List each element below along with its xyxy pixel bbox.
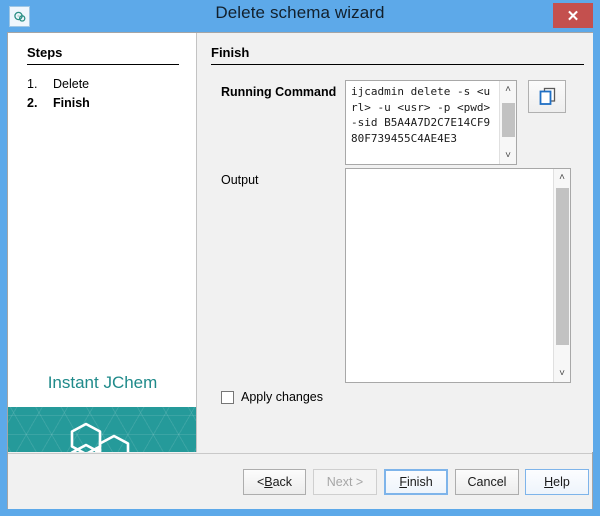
cancel-button[interactable]: Cancel <box>455 469 519 495</box>
close-button[interactable]: ✕ <box>553 3 593 28</box>
running-command-text: ijcadmin delete -s <url> -u <usr> -p <pw… <box>346 81 499 164</box>
next-button-label: Next > <box>327 475 363 489</box>
help-button-mnemonic: H <box>544 475 553 489</box>
running-command-scrollbar[interactable]: ˄ ˅ <box>499 81 516 164</box>
back-button-suffix: ack <box>273 475 292 489</box>
cancel-button-label: Cancel <box>468 475 507 489</box>
output-scrollbar[interactable]: ˄ ˅ <box>553 169 570 382</box>
title-bar: Delete schema wizard ✕ <box>0 0 600 32</box>
steps-list: 1. Delete 2. Finish <box>27 75 187 113</box>
scroll-down-icon[interactable]: ˅ <box>500 147 516 164</box>
finish-button-suffix: inish <box>407 475 433 489</box>
window-title: Delete schema wizard <box>0 3 600 23</box>
finish-button-mnemonic: F <box>399 475 407 489</box>
window-bottom-frame <box>0 509 600 516</box>
step-item-delete: 1. Delete <box>27 75 187 94</box>
copy-button[interactable] <box>528 80 566 113</box>
step-number: 1. <box>27 75 53 94</box>
scrollbar-thumb[interactable] <box>502 103 515 137</box>
back-button-prefix: < <box>257 475 264 489</box>
back-button[interactable]: < Back <box>243 469 306 495</box>
brand-banner <box>8 407 197 452</box>
output-label: Output <box>221 173 259 187</box>
scroll-down-icon[interactable]: ˅ <box>554 365 570 382</box>
dialog-client-area: Steps 1. Delete 2. Finish Instant JChem <box>7 32 593 509</box>
dialog-window: Delete schema wizard ✕ Steps 1. Delete 2… <box>0 0 600 516</box>
steps-panel: Steps 1. Delete 2. Finish Instant JChem <box>8 33 197 452</box>
help-button-suffix: elp <box>553 475 570 489</box>
page-title-rule <box>211 64 584 65</box>
output-text <box>346 169 553 382</box>
brand-name: Instant JChem <box>8 373 197 393</box>
back-button-mnemonic: B <box>264 475 272 489</box>
jchem-hexagon-logo <box>66 419 140 453</box>
step-label: Finish <box>53 94 90 113</box>
apply-changes-label: Apply changes <box>241 390 323 404</box>
step-label: Delete <box>53 75 89 94</box>
finish-button[interactable]: Finish <box>384 469 448 495</box>
running-command-label: Running Command <box>221 85 336 99</box>
step-number: 2. <box>27 94 53 113</box>
dialog-button-bar: < Back Next > Finish Cancel Help <box>8 453 592 509</box>
step-item-finish: 2. Finish <box>27 94 187 113</box>
steps-heading-rule <box>27 64 179 65</box>
scroll-up-icon[interactable]: ˄ <box>554 169 570 186</box>
help-button[interactable]: Help <box>525 469 589 495</box>
page-title: Finish <box>211 45 249 60</box>
scrollbar-thumb[interactable] <box>556 188 569 345</box>
steps-heading: Steps <box>27 45 62 60</box>
apply-changes-checkbox[interactable]: Apply changes <box>221 390 323 404</box>
scroll-up-icon[interactable]: ˄ <box>500 81 516 98</box>
next-button: Next > <box>313 469 377 495</box>
content-panel: Finish Running Command ijcadmin delete -… <box>198 33 593 452</box>
checkbox-box[interactable] <box>221 391 234 404</box>
copy-icon <box>538 87 557 106</box>
running-command-field[interactable]: ijcadmin delete -s <url> -u <usr> -p <pw… <box>345 80 517 165</box>
output-field[interactable]: ˄ ˅ <box>345 168 571 383</box>
